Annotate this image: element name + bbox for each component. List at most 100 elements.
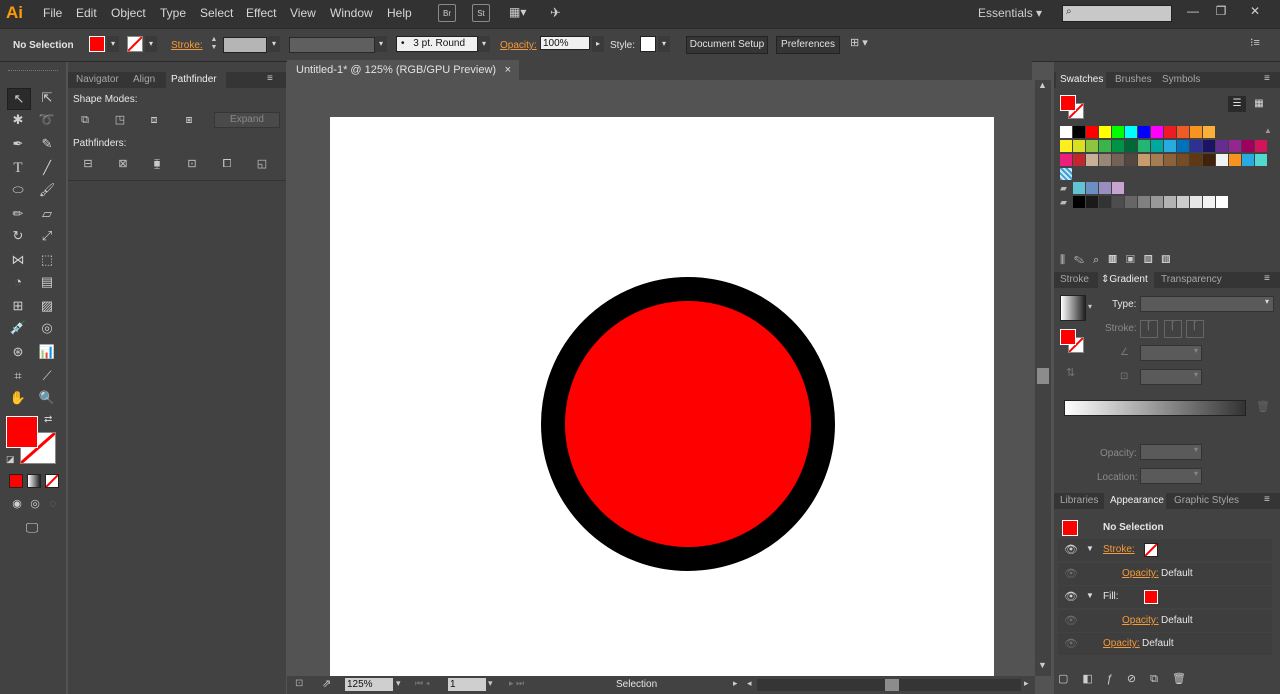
fill-opacity-visibility-icon[interactable]: 👁 <box>1064 614 1078 627</box>
menu-effect[interactable]: Effect <box>246 6 276 20</box>
perspective-grid-tool-icon[interactable]: ▤ <box>36 272 58 292</box>
document-setup-button[interactable]: Document Setup <box>686 36 768 54</box>
hscroll-thumb[interactable] <box>885 679 899 691</box>
swatches-fill-box[interactable] <box>1060 95 1076 111</box>
swatch[interactable] <box>1073 140 1085 152</box>
swatch[interactable] <box>1099 182 1111 194</box>
menu-object[interactable]: Object <box>111 6 146 20</box>
swatch[interactable] <box>1164 196 1176 208</box>
tab-transparency[interactable]: Transparency <box>1161 274 1222 285</box>
scroll-down-icon[interactable]: ▼ <box>1038 660 1047 670</box>
swatch[interactable] <box>1177 196 1189 208</box>
hscroll-left-icon[interactable]: ◂ <box>747 678 752 689</box>
appearance-fill-row[interactable]: 👁 ▼ Fill: <box>1058 586 1272 608</box>
thumbnail-view-icon[interactable]: ▦ <box>1250 96 1268 112</box>
red-circle-shape[interactable] <box>541 277 835 571</box>
column-graph-tool-icon[interactable]: 📊 <box>36 342 58 362</box>
swap-fill-stroke-icon[interactable]: ⇄ <box>44 414 58 428</box>
pattern-swatch[interactable] <box>1060 168 1072 180</box>
swatch[interactable] <box>1099 154 1111 166</box>
magic-wand-tool-icon[interactable]: ✱ <box>7 110 29 130</box>
tab-align[interactable]: Align <box>133 74 155 85</box>
horizontal-scrollbar[interactable] <box>757 679 1021 691</box>
opacity-label[interactable]: Opacity: <box>500 40 537 51</box>
gradient-type-select[interactable]: ▾ <box>1140 296 1274 312</box>
color-mode-icon[interactable] <box>9 474 23 488</box>
gradient-opacity-field[interactable]: ▾ <box>1140 444 1202 460</box>
appearance-footer-icons[interactable]: ▢◧ƒ⊘⧉🗑 <box>1058 672 1272 690</box>
swatch[interactable] <box>1086 196 1098 208</box>
minimize-button[interactable]: — <box>1184 3 1202 19</box>
expand-button[interactable]: Expand <box>214 112 280 128</box>
artboard-dropdown[interactable]: ▾ <box>488 678 493 689</box>
object-opacity-label[interactable]: Opacity: <box>1103 638 1140 649</box>
appearance-menu-icon[interactable]: ≡ <box>1264 494 1270 505</box>
first-artboard-icon[interactable]: ⏮ ◂ <box>415 678 430 689</box>
stroke-opacity-label[interactable]: Opacity: <box>1122 568 1159 579</box>
swatch[interactable] <box>1203 154 1215 166</box>
delete-stop-icon[interactable]: 🗑 <box>1256 400 1270 413</box>
swatch[interactable] <box>1060 126 1072 138</box>
swatch[interactable] <box>1203 140 1215 152</box>
ellipse-tool-icon[interactable]: ⬭ <box>7 180 29 200</box>
hscroll-right-icon[interactable]: ▸ <box>1024 678 1029 689</box>
zoom-field[interactable]: 125% <box>345 678 393 691</box>
opacity-arrow[interactable]: ▸ <box>592 36 604 52</box>
tab-libraries[interactable]: Libraries <box>1060 495 1098 506</box>
swatch[interactable] <box>1151 154 1163 166</box>
artboard-nav-icon[interactable]: ⊡ <box>295 678 303 689</box>
swatch[interactable] <box>1164 126 1176 138</box>
swatch[interactable] <box>1177 140 1189 152</box>
swatch-folder-icon[interactable]: ▰ <box>1060 196 1072 208</box>
swatch[interactable] <box>1073 196 1085 208</box>
tools-grip[interactable] <box>8 70 58 74</box>
swatch[interactable] <box>1242 140 1254 152</box>
menu-view[interactable]: View <box>290 6 316 20</box>
swatch[interactable] <box>1151 196 1163 208</box>
zoom-dropdown[interactable]: ▾ <box>396 678 401 689</box>
stroke-opacity-visibility-icon[interactable]: 👁 <box>1064 567 1078 580</box>
swatch[interactable] <box>1073 126 1085 138</box>
swatch[interactable] <box>1125 154 1137 166</box>
swatch[interactable] <box>1190 196 1202 208</box>
menu-help[interactable]: Help <box>387 6 412 20</box>
search-input[interactable]: ⌕ <box>1062 5 1172 22</box>
shape-builder-tool-icon[interactable]: ◔ <box>7 272 29 292</box>
exclude-icon[interactable]: ⧆ <box>181 112 197 128</box>
appearance-stroke-row[interactable]: 👁 ▼ Stroke: <box>1058 539 1272 561</box>
list-view-icon[interactable]: ☰ <box>1228 96 1246 112</box>
eraser-tool-icon[interactable]: ▱ <box>36 204 58 224</box>
divide-icon[interactable]: ⊟ <box>80 156 96 172</box>
direct-selection-tool-icon[interactable]: ⇱ <box>36 88 58 108</box>
tab-brushes[interactable]: Brushes <box>1115 74 1152 85</box>
tab-appearance[interactable]: Appearance <box>1110 495 1164 506</box>
paintbrush-tool-icon[interactable]: 🖌 <box>36 180 58 200</box>
brush-dropdown[interactable]: ▾ <box>478 36 490 52</box>
swatch[interactable] <box>1151 126 1163 138</box>
slice-tool-icon[interactable]: ⟋ <box>36 366 58 386</box>
fill-visibility-icon[interactable]: 👁 <box>1064 590 1078 603</box>
opacity-visibility-icon[interactable]: 👁 <box>1064 637 1078 650</box>
artboard-tool-icon[interactable]: ⌗ <box>7 366 29 386</box>
artboard[interactable] <box>330 117 994 677</box>
swatch[interactable] <box>1073 154 1085 166</box>
rotate-tool-icon[interactable]: ↻ <box>7 226 29 246</box>
swatch[interactable] <box>1242 154 1254 166</box>
stroke-appearance-label[interactable]: Stroke: <box>1103 544 1135 555</box>
stroke-gradient-within-icon[interactable]: ⌈ <box>1140 320 1158 338</box>
last-artboard-icon[interactable]: ▸ ⏭ <box>509 678 524 689</box>
menu-type[interactable]: Type <box>160 6 186 20</box>
tab-stroke[interactable]: Stroke <box>1060 274 1089 285</box>
stroke-weight-dropdown[interactable]: ▾ <box>268 36 280 52</box>
gradient-mode-icon[interactable] <box>27 474 41 488</box>
tab-navigator[interactable]: Navigator <box>76 74 119 85</box>
swatch[interactable] <box>1138 196 1150 208</box>
stroke-label[interactable]: Stroke: <box>171 40 203 51</box>
swatch[interactable] <box>1203 126 1215 138</box>
menu-select[interactable]: Select <box>200 6 233 20</box>
minus-back-icon[interactable]: ◱ <box>254 156 270 172</box>
swatch[interactable] <box>1216 140 1228 152</box>
gradient-preview-swatch[interactable] <box>1060 295 1086 321</box>
lasso-tool-icon[interactable]: ➰ <box>36 110 58 130</box>
angle-field[interactable]: ▾ <box>1140 345 1202 361</box>
